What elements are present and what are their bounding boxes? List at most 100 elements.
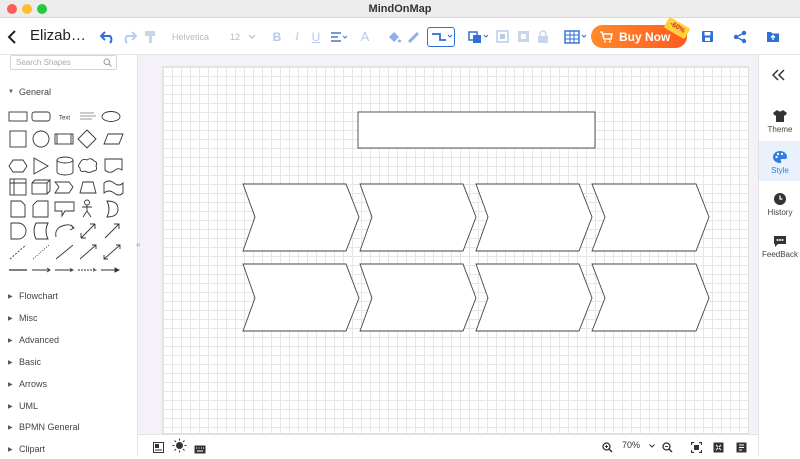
lock-button[interactable] — [535, 18, 551, 55]
triangle-down-icon: ▼ — [8, 89, 14, 95]
collapse-sidebar-handle[interactable]: « — [136, 240, 140, 249]
panel-tab-theme[interactable]: Theme — [759, 100, 800, 140]
zoom-out-button[interactable] — [662, 440, 673, 458]
font-size-select[interactable]: 12 — [230, 18, 260, 55]
paint-bucket-icon — [389, 31, 401, 42]
outline-toggle-button[interactable] — [153, 440, 164, 458]
redo-button[interactable] — [120, 18, 138, 55]
toolbar: Elizab… Helvetica 12 B I U A Buy Now -60… — [0, 16, 800, 55]
shape-line — [55, 244, 74, 260]
arrange-button[interactable] — [466, 18, 490, 55]
category-uml-label: UML — [19, 401, 39, 411]
fit-screen-icon — [690, 441, 703, 454]
shape-rounded-rectangle — [31, 111, 51, 122]
category-misc[interactable]: ▶ Misc — [8, 313, 38, 323]
outline-icon — [153, 442, 164, 453]
panel-tab-theme-label: Theme — [767, 125, 793, 134]
undo-icon — [100, 30, 113, 44]
zoom-level-value: 70% — [622, 440, 641, 450]
shape-connector-dashed-arrow — [78, 268, 98, 272]
palette-icon — [773, 151, 787, 163]
triangle-right-icon: ▶ — [8, 403, 13, 410]
group-button[interactable] — [494, 18, 510, 55]
export-button[interactable] — [764, 18, 782, 55]
format-painter-button[interactable] — [141, 18, 159, 55]
ungroup-button[interactable] — [515, 18, 531, 55]
save-button[interactable] — [698, 18, 716, 55]
shape-internal-storage — [9, 178, 27, 196]
font-family-value: Helvetica — [172, 31, 210, 42]
shape-actor — [82, 199, 92, 218]
shape-curved-arrow — [55, 224, 75, 238]
category-uml[interactable]: ▶ UML — [8, 401, 38, 411]
category-clipart-label: Clipart — [19, 444, 46, 454]
shapes-sidebar: Search Shapes ▼ General Text ▶ Flowchart… — [0, 55, 138, 456]
category-basic[interactable]: ▶ Basic — [8, 357, 41, 367]
ungroup-icon — [517, 31, 529, 42]
bold-button[interactable]: B — [270, 18, 284, 55]
shape-ellipse — [101, 111, 121, 122]
diagram-page[interactable] — [162, 66, 749, 434]
line-color-button[interactable] — [406, 18, 422, 55]
collapse-right-panel-button[interactable] — [771, 68, 786, 86]
category-arrows[interactable]: ▶ Arrows — [8, 379, 47, 389]
header-rectangle — [357, 111, 596, 149]
chevron-down-icon — [648, 444, 655, 448]
bold-icon: B — [272, 29, 282, 44]
chevron-left-icon — [7, 29, 16, 44]
triangle-right-icon: ▶ — [8, 381, 13, 388]
page-view-button[interactable] — [736, 440, 747, 458]
italic-button[interactable]: I — [290, 18, 304, 55]
back-button[interactable] — [4, 18, 20, 55]
diagram-shapes — [242, 111, 710, 332]
keyboard-shortcuts-button[interactable] — [194, 441, 206, 459]
underline-icon: U — [311, 29, 321, 44]
font-size-value: 12 — [230, 31, 241, 42]
category-bpmn-general-label: BPMN General — [19, 422, 80, 432]
zoom-out-icon — [662, 442, 673, 453]
zoom-level-select[interactable]: 70% — [622, 440, 655, 450]
search-shapes-placeholder: Search Shapes — [16, 58, 71, 67]
shape-card — [32, 200, 49, 218]
panel-tab-style[interactable]: Style — [759, 141, 800, 181]
underline-button[interactable]: U — [309, 18, 323, 55]
text-color-button[interactable]: A — [357, 18, 373, 55]
category-clipart[interactable]: ▶ Clipart — [8, 444, 45, 454]
panel-tab-history[interactable]: History — [759, 183, 800, 223]
canvas-area[interactable] — [138, 55, 758, 434]
shape-cloud — [78, 158, 98, 173]
shape-circle — [32, 130, 50, 148]
triangle-right-icon: ▶ — [8, 359, 13, 366]
search-icon — [103, 58, 112, 67]
connector-icon — [432, 32, 452, 41]
shape-document — [104, 158, 123, 173]
triangle-right-icon: ▶ — [8, 424, 13, 431]
zoom-in-button[interactable] — [602, 440, 613, 458]
shape-arrow-diagonal — [104, 223, 120, 239]
category-flowchart[interactable]: ▶ Flowchart — [8, 291, 58, 301]
shape-parallelogram — [103, 133, 124, 145]
document-name[interactable]: Elizab… — [30, 27, 86, 44]
keyboard-icon — [194, 445, 206, 454]
connector-style-button[interactable] — [426, 18, 456, 55]
fill-color-button[interactable] — [386, 18, 402, 55]
panel-tab-feedback[interactable]: FeedBack — [759, 225, 800, 265]
category-arrows-label: Arrows — [19, 379, 48, 389]
chevron-row1-3 — [475, 183, 593, 252]
font-family-select[interactable]: Helvetica — [172, 18, 224, 55]
buy-now-button[interactable]: Buy Now -60% — [591, 16, 691, 48]
align-button[interactable] — [329, 18, 349, 55]
category-general[interactable]: ▼ General — [8, 87, 51, 97]
category-advanced[interactable]: ▶ Advanced — [8, 335, 59, 345]
format-painter-icon — [145, 30, 155, 43]
undo-button[interactable] — [98, 18, 118, 55]
lock-icon — [538, 29, 548, 43]
search-shapes-input[interactable]: Search Shapes — [10, 55, 117, 70]
share-button[interactable] — [731, 18, 749, 55]
category-basic-label: Basic — [19, 357, 42, 367]
table-button[interactable] — [563, 18, 589, 55]
fullscreen-button[interactable] — [713, 440, 724, 458]
theme-light-button[interactable] — [172, 438, 187, 458]
fit-page-button[interactable] — [690, 440, 703, 458]
category-bpmn-general[interactable]: ▶ BPMN General — [8, 422, 80, 432]
